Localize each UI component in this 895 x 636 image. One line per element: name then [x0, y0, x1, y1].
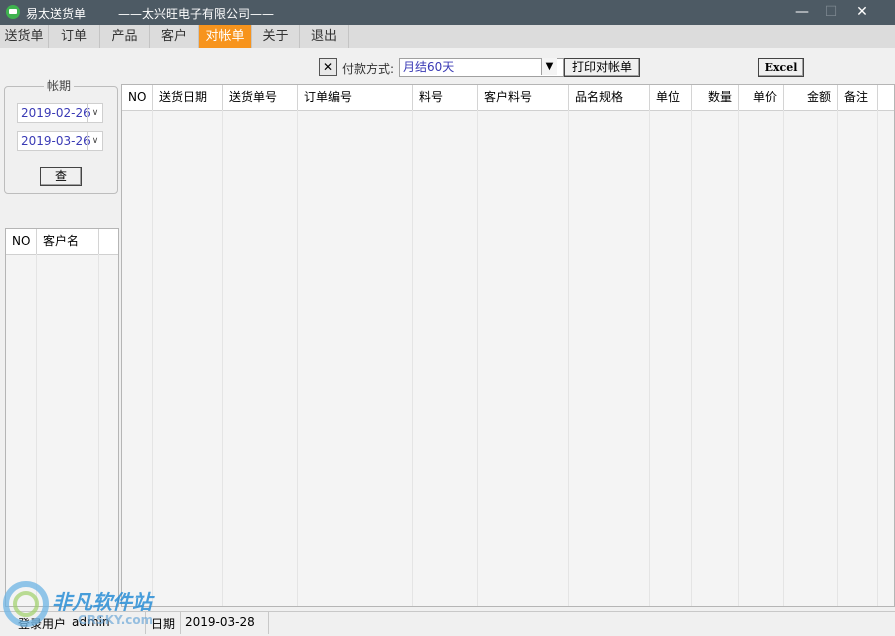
column-header-order-number[interactable]: 订单编号 — [298, 85, 413, 110]
status-divider — [268, 612, 269, 634]
column-header-blank — [99, 229, 118, 254]
close-button[interactable]: ✕ — [846, 0, 878, 25]
column-header-delivery-number[interactable]: 送货单号 — [223, 85, 298, 110]
tab-statement[interactable]: 对帐单 — [199, 25, 252, 48]
grid-line — [691, 110, 692, 606]
grid-line — [649, 110, 650, 606]
grid-line — [152, 110, 153, 606]
grid-line — [222, 110, 223, 606]
statement-table-header: NO 送货日期 送货单号 订单编号 料号 客户料号 品名规格 单位 数量 单价 … — [122, 85, 894, 111]
status-divider — [180, 612, 181, 634]
date-value: 2019-03-28 — [185, 615, 255, 629]
column-header-unit[interactable]: 单位 — [650, 85, 692, 110]
statement-toolbar: ✕ 付款方式: 月结60天 ▼ 打印对帐单 Excel — [121, 55, 895, 81]
tab-delivery[interactable]: 送货单 — [0, 25, 49, 48]
column-header-delivery-date[interactable]: 送货日期 — [153, 85, 223, 110]
grid-line — [877, 110, 878, 606]
grid-line — [837, 110, 838, 606]
start-date-picker[interactable]: 2019-02-26 ∨ — [17, 103, 103, 123]
column-header-customer-part-number[interactable]: 客户料号 — [478, 85, 569, 110]
print-statement-button[interactable]: 打印对帐单 — [564, 58, 640, 77]
chevron-down-icon[interactable]: ▼ — [541, 58, 557, 75]
column-header-part-number[interactable]: 料号 — [413, 85, 478, 110]
statement-table[interactable]: NO 送货日期 送货单号 订单编号 料号 客户料号 品名规格 单位 数量 单价 … — [121, 84, 895, 607]
column-header-quantity[interactable]: 数量 — [692, 85, 739, 110]
tab-order[interactable]: 订单 — [49, 25, 100, 48]
end-date-value: 2019-03-26 — [21, 134, 91, 148]
payment-method-label: 付款方式: — [342, 62, 395, 76]
end-date-picker[interactable]: 2019-03-26 ∨ — [17, 131, 103, 151]
period-legend: 帐期 — [44, 77, 75, 94]
query-button[interactable]: 查 — [40, 167, 82, 186]
column-header-customer-name[interactable]: 客户名 — [37, 229, 99, 254]
company-name: ——太兴旺电子有限公司—— — [118, 7, 275, 21]
grid-line — [738, 110, 739, 606]
start-date-value: 2019-02-26 — [21, 106, 91, 120]
watermark-sub: CRSKY.com — [78, 613, 154, 627]
column-header-no[interactable]: NO — [122, 85, 153, 110]
title-bar: 易太送货单 ——太兴旺电子有限公司—— — ☐ ✕ — [0, 0, 895, 25]
watermark: 非凡软件站 CRSKY.com — [0, 572, 160, 633]
column-header-unit-price[interactable]: 单价 — [739, 85, 784, 110]
clear-filter-button[interactable]: ✕ — [319, 58, 337, 76]
column-header-no[interactable]: NO — [6, 229, 37, 254]
grid-line — [98, 254, 99, 606]
tab-exit[interactable]: 退出 — [300, 25, 349, 48]
excel-export-button[interactable]: Excel — [758, 58, 804, 77]
tab-customer[interactable]: 客户 — [150, 25, 199, 48]
tab-bar: 送货单 订单 产品 客户 对帐单 关于 退出 — [0, 25, 895, 48]
grid-line — [412, 110, 413, 606]
customer-table[interactable]: NO 客户名 — [5, 228, 119, 607]
grid-line — [36, 254, 37, 606]
chevron-down-icon[interactable]: ∨ — [87, 104, 102, 122]
minimize-button[interactable]: — — [786, 0, 818, 25]
grid-line — [783, 110, 784, 606]
grid-line — [477, 110, 478, 606]
column-header-product-spec[interactable]: 品名规格 — [569, 85, 650, 110]
tab-about[interactable]: 关于 — [252, 25, 300, 48]
chevron-down-icon[interactable]: ∨ — [87, 132, 102, 150]
app-title: 易太送货单 — [26, 7, 87, 21]
customer-table-header: NO 客户名 — [6, 229, 118, 255]
watermark-text: 非凡软件站 — [52, 590, 152, 614]
payment-method-select[interactable]: 月结60天 — [399, 58, 564, 77]
grid-line — [568, 110, 569, 606]
column-header-remarks[interactable]: 备注 — [838, 85, 878, 110]
column-header-amount[interactable]: 金额 — [784, 85, 838, 110]
app-icon — [6, 5, 20, 19]
grid-line — [297, 110, 298, 606]
maximize-button[interactable]: ☐ — [815, 0, 847, 25]
tab-product[interactable]: 产品 — [100, 25, 150, 48]
